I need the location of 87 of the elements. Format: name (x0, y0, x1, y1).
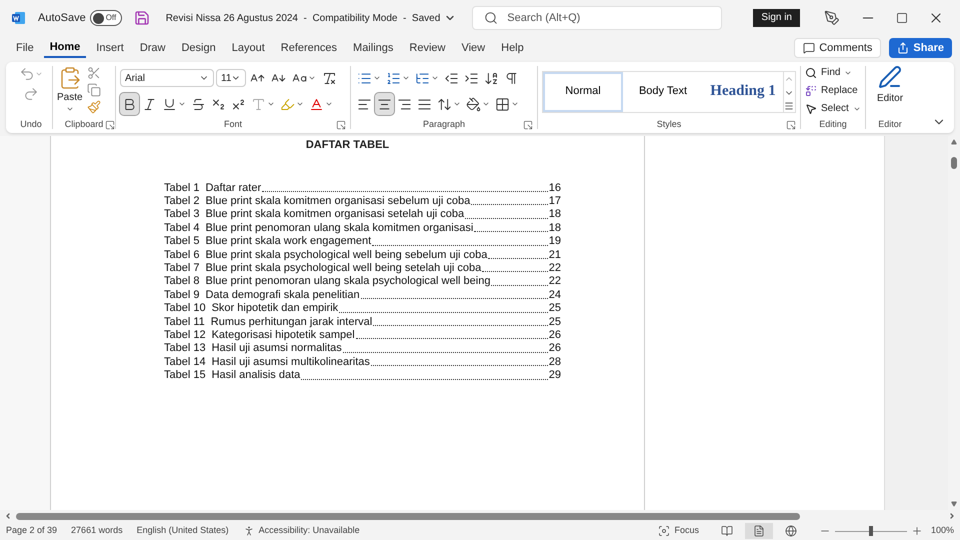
group-label: Undo (20, 118, 42, 132)
replace-button[interactable]: Replace (805, 83, 861, 98)
ribbon-tab[interactable]: Insert (90, 38, 130, 58)
table-title: Hasil analisis data (212, 369, 300, 383)
share-button[interactable]: Share (889, 38, 952, 58)
table-title: Blue print penomoran ulang skala komitmen organisasi (205, 222, 474, 236)
zoom-level[interactable]: 100% (930, 524, 954, 538)
table-number: Tabel 1 (164, 182, 200, 195)
group-label: Clipboard (64, 118, 104, 132)
font-size-field[interactable]: 11 (216, 69, 246, 87)
page-number: 26 (548, 342, 561, 356)
page-number: 19 (548, 235, 561, 249)
search-field[interactable]: Search (Alt+Q) (472, 6, 722, 30)
table-number: Tabel 8 (164, 275, 200, 289)
table-title: Blue print skala psychological well being sebelum uji coba (205, 248, 488, 262)
language-status[interactable]: English (United States) (136, 524, 229, 538)
table-number: Tabel 4 (164, 222, 200, 236)
table-number: Tabel 3 (164, 208, 200, 222)
table-number: Tabel 9 (164, 288, 200, 302)
table-number: Tabel 6 (164, 248, 200, 262)
document-title: Revisi Nissa 26 Agustus 2024 - Compatibility Mode - Saved (166, 12, 440, 26)
page-number: 17 (548, 194, 561, 208)
ribbon-tab[interactable]: Design (175, 38, 222, 58)
page-number: 21 (548, 248, 561, 262)
table-title: Skor hipotetik dan empirik (212, 302, 338, 316)
ribbon-tab[interactable]: View (455, 38, 492, 58)
table-number: Tabel 13 (164, 342, 206, 356)
page-number: 16 (548, 182, 561, 195)
ribbon-tab[interactable]: Home (44, 38, 86, 58)
table-number: Tabel 11 (164, 316, 205, 329)
document-heading: DAFTAR TABEL (306, 138, 390, 153)
find-button[interactable]: Find (805, 65, 861, 80)
group-label: Font (224, 118, 242, 132)
group-label: Styles (656, 118, 682, 132)
page-number: 22 (548, 262, 561, 276)
style-option[interactable]: Heading 1 (703, 72, 783, 112)
page-number: 18 (548, 208, 561, 222)
table-title: Blue print penomoran ulang skala psychological well being (205, 275, 490, 289)
group-label: Paragraph (422, 118, 466, 132)
table-title: Hasil uji asumsi normalitas (212, 342, 342, 356)
style-option[interactable]: Body Text (623, 72, 703, 112)
autosave-toggle[interactable]: Off (90, 10, 122, 26)
page-count[interactable]: Page 2 of 39 (6, 524, 58, 538)
page-number: 29 (548, 369, 561, 383)
ribbon-tab[interactable]: Review (403, 38, 452, 58)
comments-button[interactable]: Comments (794, 38, 882, 58)
ribbon-tab[interactable]: Layout (226, 38, 271, 58)
table-number: Tabel 14 (164, 356, 206, 370)
page-number: 25 (548, 302, 561, 316)
page-number: 22 (548, 275, 561, 289)
table-title: Blue print skala work engagement (205, 235, 372, 249)
group-label: Editor (878, 118, 902, 132)
editor-button[interactable]: Editor (876, 65, 904, 117)
select-button[interactable]: Select (805, 101, 861, 116)
font-name-field[interactable]: Arial (120, 69, 214, 87)
table-title: Daftar rater (205, 182, 262, 195)
ribbon-tab[interactable]: References (274, 38, 344, 58)
ribbon-tab[interactable]: File (10, 38, 40, 58)
table-number: Tabel 15 (164, 369, 206, 383)
focus-button[interactable]: Focus (658, 524, 699, 538)
autosave-label: AutoSave (38, 10, 86, 26)
table-number: Tabel 5 (164, 235, 200, 249)
table-number: Tabel 2 (164, 194, 200, 208)
table-title: Rumus perhitungan jarak interval (210, 316, 372, 329)
page-number: 18 (548, 222, 561, 236)
table-title: Blue print skala komitmen organisasi setelah uji coba (205, 208, 464, 222)
style-option[interactable]: Normal (543, 72, 623, 112)
page-number: 24 (548, 288, 561, 302)
table-number: Tabel 7 (164, 262, 200, 276)
ribbon-tab[interactable]: Help (495, 38, 530, 58)
word-count[interactable]: 27661 words (71, 524, 123, 538)
page-number: 25 (548, 316, 561, 329)
table-title: Kategorisasi hipotetik sampel (212, 328, 355, 342)
group-label: Editing (819, 118, 847, 132)
table-title: Data demografi skala penelitian (205, 288, 360, 302)
table-title: Blue print skala komitmen organisasi sebelum uji coba (205, 194, 470, 208)
sign-in-button[interactable]: Sign in (753, 9, 800, 27)
paste-button[interactable]: Paste (57, 66, 83, 113)
accessibility-button[interactable]: Accessibility: Unavailable (242, 524, 360, 538)
page-number: 28 (548, 356, 561, 370)
table-number: Tabel 12 (164, 328, 206, 342)
table-title: Blue print skala psychological well being setelah uji coba (205, 262, 482, 276)
ribbon-tab[interactable]: Mailings (347, 38, 400, 58)
page-number: 26 (548, 328, 561, 342)
table-number: Tabel 10 (164, 302, 206, 316)
table-title: Hasil uji asumsi multikolinearitas (212, 356, 370, 370)
ribbon-tab[interactable]: Draw (134, 38, 172, 58)
